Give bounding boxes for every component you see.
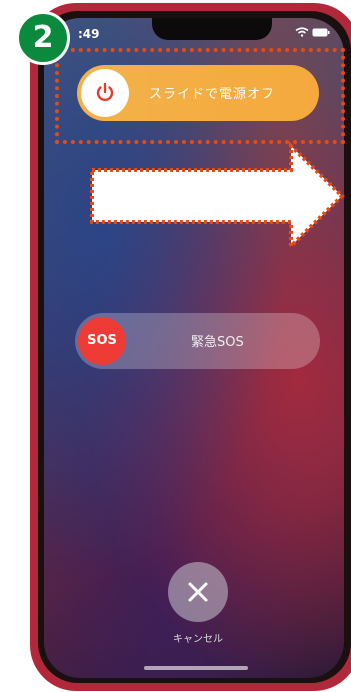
- wifi-icon: [295, 27, 313, 40]
- home-indicator: [144, 666, 248, 670]
- cancel-label: キャンセル: [173, 634, 223, 645]
- highlight-box: [55, 48, 345, 144]
- status-time: :49: [78, 27, 100, 41]
- cancel-button[interactable]: [168, 562, 228, 622]
- emergency-sos-slider[interactable]: SOS 緊急SOS: [75, 313, 320, 369]
- status-icons: [295, 27, 331, 40]
- battery-icon: [312, 27, 330, 40]
- step-number-badge: 2: [16, 11, 70, 65]
- sos-slider-knob[interactable]: SOS: [78, 317, 126, 365]
- emergency-sos-label: 緊急SOS: [191, 335, 244, 350]
- notch: [152, 18, 272, 40]
- swipe-right-arrow-icon: [90, 142, 345, 250]
